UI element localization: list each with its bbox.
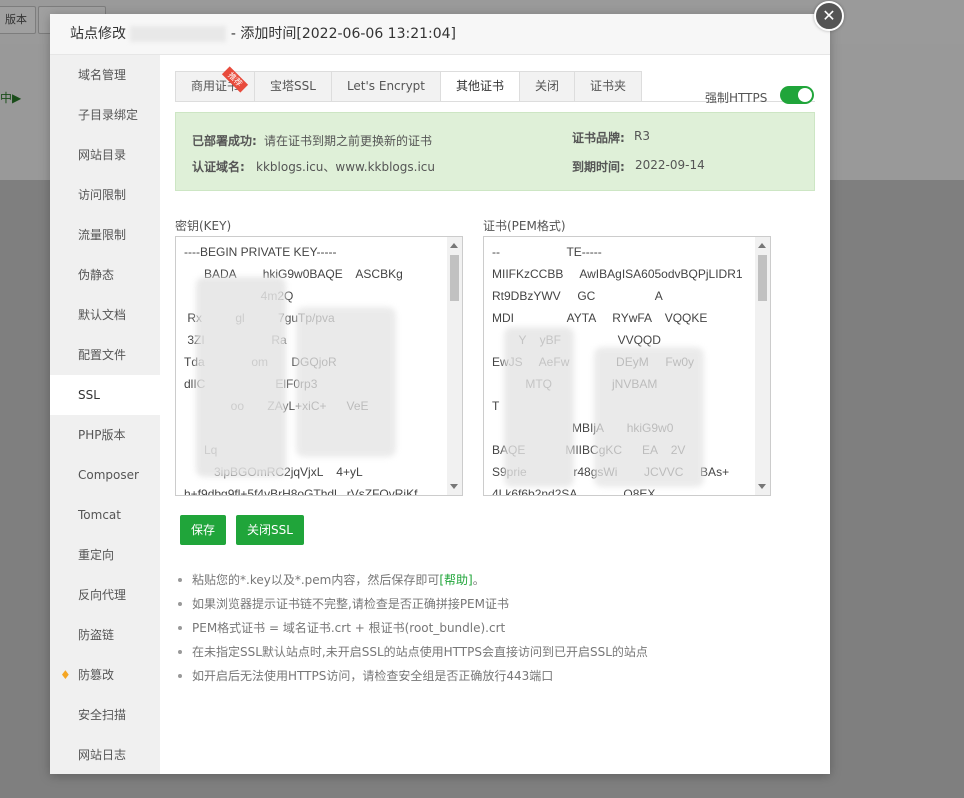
ssl-tab[interactable]: 其他证书 [440,71,520,102]
sidebar-item[interactable]: 安全扫描 [50,695,160,735]
brand-value: R3 [634,129,650,143]
redaction-blob [196,277,286,477]
sidebar-item[interactable]: 网站日志 [50,735,160,775]
domain-value: kkblogs.icu、www.kkblogs.icu [256,160,435,174]
sidebar-item-label: PHP版本 [78,428,126,442]
sidebar-item-label: Tomcat [78,508,121,522]
sidebar-item[interactable]: 防盗链 [50,615,160,655]
sidebar-item-label: 反向代理 [78,588,127,602]
sidebar-item-label: Composer [78,468,139,482]
tab-label: 宝塔SSL [270,79,316,93]
help-link[interactable]: [帮助] [439,573,472,587]
cert-status-box: 已部署成功: 请在证书到期之前更换新的证书 认证域名: kkblogs.icu、… [175,112,815,191]
background-version-button: 版本 [0,6,36,34]
sidebar-item-label: SSL [78,388,100,402]
tip-text: 如开启后无法使用HTTPS访问，请检查安全组是否正确放行443端口 [192,669,554,683]
sidebar-item[interactable]: 重定向 [50,535,160,575]
sidebar-item-label: 流量限制 [78,228,127,242]
ssl-tab[interactable]: 证书夹 [574,71,643,102]
brand-label: 证书品牌: [572,131,625,145]
ssl-panel: 商用证书 推荐 宝塔SSL Let's Encrypt 其他证书 关闭 证书夹 强制HTTP… [160,55,830,774]
sidebar-item-label: 伪静态 [78,268,115,282]
tip-item: PEM格式证书 = 域名证书.crt + 根证书(root_bundle).cr… [175,616,815,640]
sidebar-item-label: 子目录绑定 [78,108,139,122]
modal-title: 站点修改 - 添加时间[2022-06-06 13:21:04] [70,14,456,54]
ssl-tips-list: 粘贴您的*.key以及*.pem内容，然后保存即可[帮助]。如果浏览器提示证书链… [175,568,815,688]
close-icon[interactable]: ✕ [814,1,844,31]
ssl-tab[interactable]: Let's Encrypt [330,71,441,102]
ssl-tabs: 商用证书 推荐 宝塔SSL Let's Encrypt 其他证书 关闭 证书夹 [175,66,643,102]
modal-header: 站点修改 - 添加时间[2022-06-06 13:21:04] [50,14,830,55]
sidebar-item[interactable]: 反向代理 [50,575,160,615]
sidebar-item[interactable]: 流量限制 [50,215,160,255]
private-key-textarea[interactable]: ----BEGIN PRIVATE KEY----- BADA hkiG9w0B… [175,236,463,496]
settings-sidebar: 域名管理子目录绑定网站目录访问限制流量限制伪静态默认文档配置文件 SSL PHP版本… [50,55,160,774]
sidebar-item-label: 防盗链 [78,628,115,642]
sidebar-item[interactable]: SSL [50,375,160,415]
tab-label: 其他证书 [456,79,505,93]
key-scrollbar[interactable] [447,237,462,495]
deployed-label: 已部署成功: [192,134,257,148]
sidebar-item[interactable]: Tomcat [50,495,160,535]
sidebar-item-label: 重定向 [78,548,115,562]
redaction-blob [296,307,396,457]
ssl-tab[interactable]: 宝塔SSL [254,71,331,102]
sidebar-item-label: 防篡改 [78,668,115,682]
sidebar-item-label: 网站目录 [78,148,127,162]
sidebar-item-label: 网站日志 [78,748,127,762]
certificate-textarea[interactable]: -- TE----- MIIFKzCCBB AwIBAgISA605odvBQP… [483,236,771,496]
sidebar-item-label: 域名管理 [78,68,127,82]
tab-label: Let's Encrypt [346,79,426,93]
ssl-tab[interactable]: 商用证书 推荐 [175,66,255,102]
site-edit-modal: 站点修改 - 添加时间[2022-06-06 13:21:04] ✕ 域名管理子… [50,1,844,774]
tip-item: 粘贴您的*.key以及*.pem内容，然后保存即可[帮助]。 [175,568,815,592]
force-https-toggle[interactable] [780,86,814,104]
sidebar-item[interactable]: ♦ 防篡改 [50,655,160,695]
sidebar-item-label: 安全扫描 [78,708,127,722]
background-row-text: 中▶ [0,91,22,105]
modal-title-suffix: - 添加时间[2022-06-06 13:21:04] [230,26,457,42]
save-button[interactable]: 保存 [180,515,227,545]
close-ssl-button[interactable]: 关闭SSL [236,515,304,545]
tip-item: 如果浏览器提示证书链不完整,请检查是否正确拼接PEM证书 [175,592,815,616]
tip-item: 如开启后无法使用HTTPS访问，请检查安全组是否正确放行443端口 [175,664,815,688]
expire-value: 2022-09-14 [635,158,705,172]
sidebar-item[interactable]: 配置文件 [50,335,160,375]
tip-text: 如果浏览器提示证书链不完整,请检查是否正确拼接PEM证书 [192,597,509,611]
tip-suffix: 。 [472,573,485,587]
sidebar-item-label: 配置文件 [78,348,127,362]
cert-scrollbar[interactable] [755,237,770,495]
cert-field-label: 证书(PEM格式) [483,219,566,233]
sidebar-item[interactable]: 网站目录 [50,135,160,175]
sidebar-item[interactable]: 子目录绑定 [50,95,160,135]
sidebar-item[interactable]: 伪静态 [50,255,160,295]
tip-text: 在未指定SSL默认站点时,未开启SSL的站点使用HTTPS会直接访问到已开启SS… [192,645,648,659]
vip-diamond-icon: ♦ [60,668,71,682]
redaction-blob [504,327,574,487]
sidebar-item[interactable]: 域名管理 [50,55,160,95]
deployed-value: 请在证书到期之前更换新的证书 [264,134,433,148]
redaction-blob [594,347,704,487]
tip-item: 在未指定SSL默认站点时,未开启SSL的站点使用HTTPS会直接访问到已开启SS… [175,640,815,664]
redacted-site-name [130,26,227,42]
toggle-knob [798,88,812,102]
key-field-label: 密钥(KEY) [175,219,232,233]
sidebar-item-label: 访问限制 [78,188,127,202]
force-https-label: 强制HTTPS [705,91,768,105]
tab-label: 证书夹 [590,79,627,93]
sidebar-item-label: 默认文档 [78,308,127,322]
sidebar-item[interactable]: 访问限制 [50,175,160,215]
modal-title-prefix: 站点修改 [70,26,126,42]
sidebar-item[interactable]: PHP版本 [50,415,160,455]
tip-text: PEM格式证书 = 域名证书.crt + 根证书(root_bundle).cr… [192,621,506,635]
domain-label: 认证域名: [192,160,245,174]
ssl-tab[interactable]: 关闭 [519,71,575,102]
tab-label: 关闭 [535,79,560,93]
tip-text: 粘贴您的*.key以及*.pem内容，然后保存即可 [192,573,440,587]
sidebar-item[interactable]: Composer [50,455,160,495]
expire-label: 到期时间: [572,160,625,174]
sidebar-item[interactable]: 默认文档 [50,295,160,335]
